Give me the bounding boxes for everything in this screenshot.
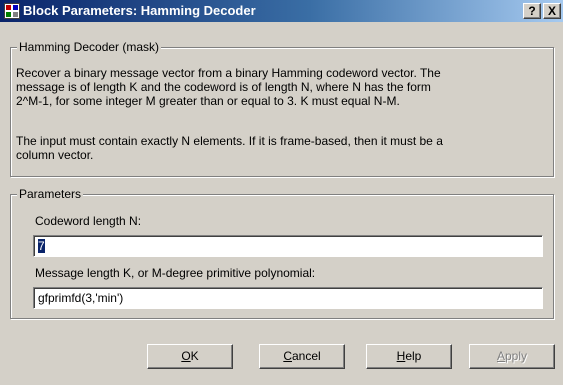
description-line: Recover a binary message vector from a b…: [16, 66, 441, 80]
ok-accelerator: O: [181, 349, 191, 363]
title-bar[interactable]: Block Parameters: Hamming Decoder ? X: [0, 0, 563, 22]
description-paragraph-2: The input must contain exactly N element…: [16, 134, 543, 162]
help-icon[interactable]: ?: [523, 3, 541, 19]
apply-accelerator: A: [496, 349, 505, 363]
description-line: The input must contain exactly N element…: [16, 134, 443, 148]
parameters-group-label: Parameters: [17, 187, 84, 201]
simulink-block-icon: [4, 3, 20, 19]
ok-button[interactable]: OK: [147, 344, 233, 369]
help-label-rest: elp: [405, 349, 422, 363]
message-length-field[interactable]: gfprimfd(3,'min'): [33, 287, 543, 309]
description-paragraph-1: Recover a binary message vector from a b…: [16, 66, 543, 108]
cancel-button[interactable]: Cancel: [259, 344, 345, 369]
codeword-length-label: Codeword length N:: [35, 214, 142, 228]
codeword-length-value: 7: [38, 239, 45, 253]
dialog-window: Block Parameters: Hamming Decoder ? X Ha…: [0, 0, 563, 385]
codeword-length-field[interactable]: 7: [33, 235, 543, 257]
cancel-accelerator: C: [283, 349, 292, 363]
message-length-label: Message length K, or M-degree primitive …: [35, 266, 316, 280]
description-line: 2^M-1, for some integer M greater than o…: [16, 94, 400, 108]
ok-label-rest: K: [190, 349, 199, 363]
close-icon[interactable]: X: [543, 3, 561, 19]
help-button[interactable]: Help: [366, 344, 452, 369]
apply-label-rest: pply: [505, 349, 528, 363]
cancel-label-rest: ancel: [291, 349, 321, 363]
description-line: column vector.: [16, 148, 94, 162]
message-length-value: gfprimfd(3,'min'): [38, 291, 124, 305]
description-group-label: Hamming Decoder (mask): [17, 40, 162, 54]
apply-button[interactable]: Apply: [469, 344, 555, 369]
description-line: message is of length K and the codeword …: [16, 80, 431, 94]
window-title: Block Parameters: Hamming Decoder: [23, 3, 256, 18]
